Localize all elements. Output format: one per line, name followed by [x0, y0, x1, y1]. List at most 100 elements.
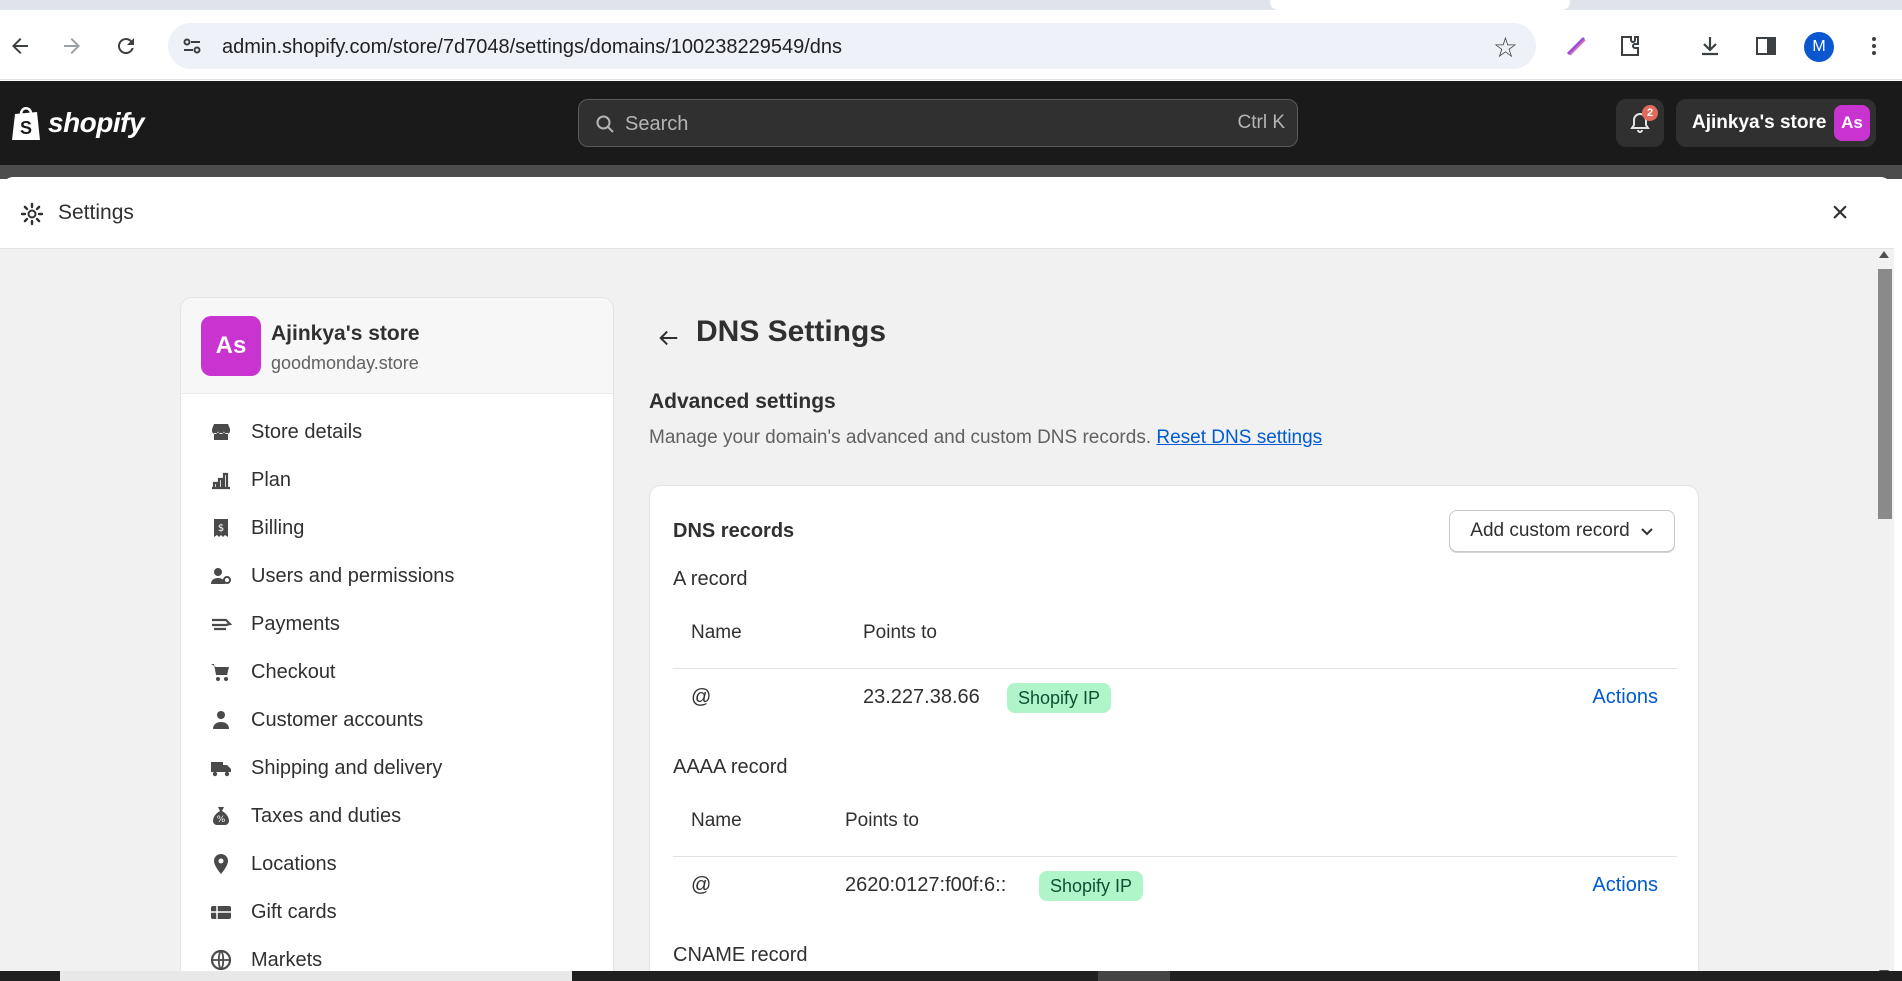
- aaaa-record-actions-link[interactable]: Actions: [1592, 874, 1658, 897]
- shopify-logo[interactable]: S shopify: [10, 104, 145, 142]
- admin-search[interactable]: Ctrl K: [578, 99, 1298, 147]
- cname-record-title: CNAME record: [673, 944, 808, 966]
- a-record-actions-link[interactable]: Actions: [1592, 686, 1658, 709]
- advanced-settings-title: Advanced settings: [649, 390, 836, 413]
- globe-icon: [210, 949, 232, 971]
- address-bar[interactable]: admin.shopify.com/store/7d7048/settings/…: [168, 23, 1536, 69]
- scroll-up-icon[interactable]: [1879, 251, 1889, 258]
- forward-arrow-icon[interactable]: [54, 28, 90, 64]
- divider: [673, 668, 1677, 669]
- payments-icon: [212, 618, 233, 631]
- store-icon: [212, 424, 230, 440]
- store-menu-button[interactable]: Ajinkya's store As: [1676, 99, 1876, 147]
- download-icon[interactable]: [1692, 28, 1728, 64]
- dns-records-card: DNS records Add custom record A record N…: [649, 485, 1699, 981]
- aaaa-record-col-name: Name: [691, 810, 742, 831]
- sidebar-item-label: Payments: [251, 612, 340, 635]
- extensions-icon[interactable]: [1612, 28, 1648, 64]
- scrollbar-thumb[interactable]: [1878, 269, 1892, 519]
- aaaa-record-title: AAAA record: [673, 756, 788, 778]
- svg-text:$: $: [218, 523, 224, 534]
- sidebar-item-gift-cards[interactable]: Gift cards: [181, 888, 613, 936]
- shopify-wordmark: shopify: [48, 107, 145, 138]
- sidebar-item-checkout[interactable]: Checkout: [181, 648, 613, 696]
- svg-text:S: S: [20, 118, 32, 138]
- settings-sidebar: As Ajinkya's store goodmonday.store Stor…: [180, 297, 614, 981]
- sidebar-item-payments[interactable]: Payments: [181, 600, 613, 648]
- a-record-title: A record: [673, 568, 748, 590]
- sidebar-item-label: Markets: [251, 948, 323, 971]
- a-record-col-points: Points to: [863, 622, 937, 643]
- taskbar-window[interactable]: [1098, 971, 1170, 981]
- sidebar-store-name: Ajinkya's store: [271, 322, 420, 345]
- sidebar-item-label: Billing: [251, 516, 305, 539]
- billing-icon: $: [214, 519, 228, 537]
- search-input[interactable]: [625, 108, 1185, 140]
- modal-scrollbar[interactable]: [1874, 249, 1894, 981]
- settings-title: Settings: [58, 201, 134, 224]
- store-avatar: As: [1834, 105, 1870, 141]
- reset-dns-link[interactable]: Reset DNS settings: [1156, 427, 1322, 448]
- sidebar-store-domain: goodmonday.store: [271, 353, 419, 373]
- add-custom-record-label: Add custom record: [1470, 520, 1630, 541]
- sidebar-item-label: Taxes and duties: [251, 804, 402, 827]
- notification-count-badge: 2: [1642, 105, 1658, 121]
- browser-menu-icon[interactable]: [1856, 28, 1892, 64]
- sidebar-item-label: Users and permissions: [251, 564, 455, 587]
- aaaa-record-col-points: Points to: [845, 810, 919, 831]
- aaaa-record-name: @: [691, 874, 712, 896]
- browser-toolbar: admin.shopify.com/store/7d7048/settings/…: [0, 10, 1902, 80]
- side-panel-icon[interactable]: [1748, 28, 1784, 64]
- site-info-icon[interactable]: [180, 34, 204, 58]
- settings-header: Settings ×: [0, 177, 1894, 249]
- search-icon: [596, 115, 614, 133]
- a-record-name: @: [691, 686, 712, 708]
- shopify-ip-badge: Shopify IP: [1039, 871, 1144, 901]
- person-icon: [213, 711, 229, 729]
- sidebar-nav: Store details Plan $ Billing Users and p…: [181, 408, 613, 981]
- bookmark-star-icon[interactable]: ☆: [1493, 31, 1518, 64]
- pen-extension-icon[interactable]: [1558, 28, 1594, 64]
- dns-records-title: DNS records: [673, 520, 795, 542]
- shopify-bag-icon: S: [12, 107, 40, 140]
- store-avatar-large: As: [201, 316, 261, 376]
- sidebar-item-locations[interactable]: Locations: [181, 840, 613, 888]
- sidebar-item-label: Store details: [251, 420, 363, 443]
- sidebar-item-customer-accounts[interactable]: Customer accounts: [181, 696, 613, 744]
- notifications-button[interactable]: 2: [1616, 99, 1664, 147]
- shopify-ip-badge: Shopify IP: [1007, 683, 1112, 713]
- sidebar-item-billing[interactable]: $ Billing: [181, 504, 613, 552]
- a-record-col-name: Name: [691, 622, 742, 643]
- os-taskbar: [0, 971, 1902, 981]
- sidebar-item-label: Locations: [251, 852, 337, 875]
- svg-text:%: %: [217, 815, 226, 825]
- close-icon[interactable]: ×: [1822, 195, 1858, 231]
- sidebar-item-taxes[interactable]: % Taxes and duties: [181, 792, 613, 840]
- sidebar-item-label: Checkout: [251, 660, 336, 683]
- browser-tabstrip: [0, 0, 1902, 10]
- tax-icon: %: [213, 807, 229, 825]
- back-arrow-icon[interactable]: [649, 321, 689, 355]
- sidebar-item-shipping[interactable]: Shipping and delivery: [181, 744, 613, 792]
- taskbar-window[interactable]: [60, 971, 572, 981]
- sidebar-item-plan[interactable]: Plan: [181, 456, 613, 504]
- store-name-label: Ajinkya's store: [1692, 112, 1827, 133]
- sidebar-item-store-details[interactable]: Store details: [181, 408, 613, 456]
- add-custom-record-button[interactable]: Add custom record: [1449, 510, 1675, 552]
- search-shortcut-hint: Ctrl K: [1237, 112, 1286, 133]
- sidebar-item-label: Plan: [251, 468, 292, 491]
- reload-icon[interactable]: [108, 28, 144, 64]
- truck-icon: [211, 762, 231, 777]
- sidebar-store-header[interactable]: As Ajinkya's store goodmonday.store: [181, 298, 613, 394]
- back-arrow-icon[interactable]: [2, 28, 38, 64]
- cart-icon: [211, 664, 229, 681]
- advanced-settings-description: Manage your domain's advanced and custom…: [649, 427, 1322, 449]
- profile-avatar[interactable]: M: [1804, 32, 1834, 62]
- plan-icon: [212, 472, 230, 490]
- page-title: DNS Settings: [696, 315, 887, 348]
- sidebar-item-users[interactable]: Users and permissions: [181, 552, 613, 600]
- settings-modal: Settings × As Ajinkya's store goodmonday…: [0, 177, 1894, 981]
- gear-icon: [20, 202, 44, 226]
- browser-tab[interactable]: [1270, 0, 1570, 10]
- url-text[interactable]: admin.shopify.com/store/7d7048/settings/…: [222, 36, 842, 59]
